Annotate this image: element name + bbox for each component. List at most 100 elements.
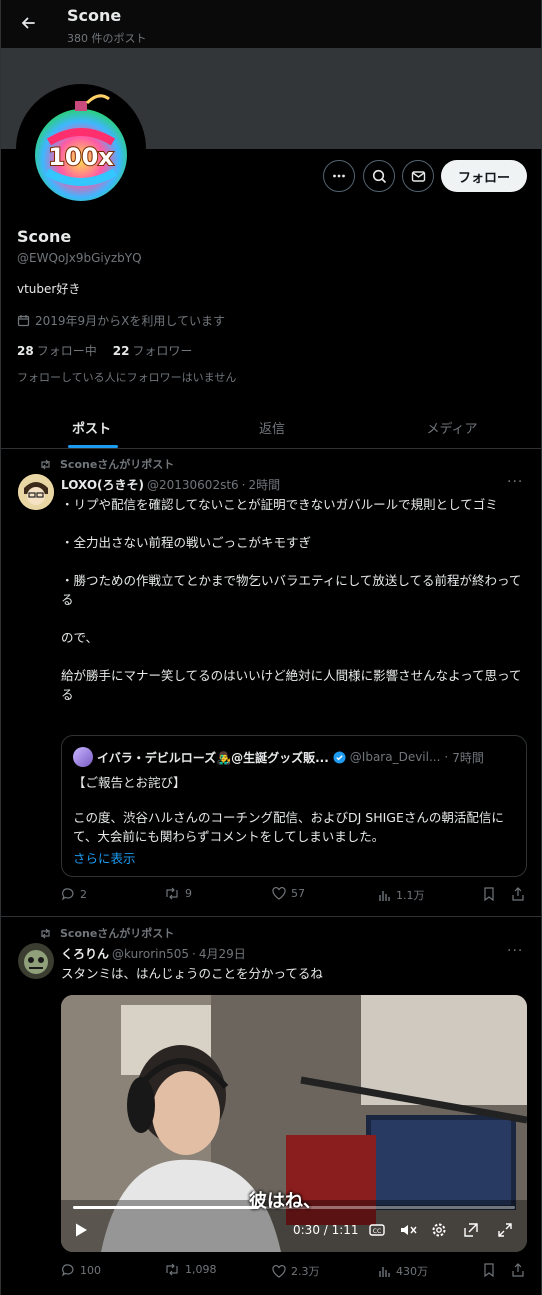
more-options-button[interactable] [323,160,355,192]
bookmark-button[interactable] [483,1263,495,1277]
followers-link[interactable]: 22 フォロワー [113,342,193,359]
active-tab-indicator [68,445,118,448]
avatar-text: 100x [48,143,114,171]
repost-button[interactable]: 1,098 [164,1263,217,1276]
quote-avatar [73,747,93,767]
post-handle[interactable]: @kurorin505 [112,947,189,961]
repost-button[interactable]: 9 [164,887,192,900]
views-count: 430万 [396,1265,428,1278]
post-actions: 100 1,098 2.3万 430万 [61,1263,529,1283]
post-avatar[interactable] [18,474,54,510]
header-post-count: 380 件のポスト [67,32,147,45]
repost-indicator: Sconeさんがリポスト [39,456,174,472]
profile-avatar[interactable]: 100x [16,84,146,214]
tab-posts[interactable]: ポスト [1,405,182,449]
views-button[interactable]: 1.1万 [378,887,425,903]
video-caption: 彼はね、 [249,1191,321,1212]
bookmark-icon [484,887,494,901]
header-title: Scone [67,6,122,25]
share-button[interactable] [511,1263,525,1277]
views-chart-icon [379,1266,390,1277]
post-text: ・リプや配信を確認してないことが証明できないガバルールで規則としてゴミ ・全力出… [61,497,522,702]
search-icon [372,169,386,183]
post-handle[interactable]: @20130602st6 [147,478,239,492]
post-divider [1,916,541,917]
mutual-followers-note: フォローしている人にフォロワーはいません [17,371,237,384]
verified-badge-icon [333,751,346,763]
calendar-icon [17,315,30,327]
pip-icon [464,1223,478,1237]
pip-button[interactable] [463,1222,479,1242]
followers-label: フォロワー [132,344,193,358]
reply-button[interactable]: 100 [61,1263,101,1277]
repost-icon [41,459,50,469]
following-link[interactable]: 28 フォロー中 [17,342,97,359]
like-count: 2.3万 [291,1265,320,1278]
repost-action-icon [166,887,178,900]
heart-icon [272,1264,286,1278]
captions-button[interactable]: CC [369,1222,385,1242]
post-text: スタンミは、はんじょうのことを分かってるね [61,966,323,981]
back-arrow-icon[interactable] [15,10,41,36]
post-time[interactable]: 2時間 [249,476,281,493]
like-button[interactable]: 2.3万 [272,1263,320,1279]
following-count: 28 [17,344,34,358]
post-author[interactable]: くろりん [61,945,109,962]
post-more-icon[interactable]: ··· [507,474,523,490]
share-icon [512,887,524,901]
repost-count: 1,098 [185,1263,217,1276]
video-progress-fill[interactable] [73,1206,259,1209]
reply-button[interactable]: 2 [61,887,87,901]
follow-button[interactable]: フォロー [441,160,527,192]
envelope-icon [411,170,425,182]
settings-button[interactable] [431,1222,447,1242]
profile-tabs: ポスト 返信 メディア [1,405,541,449]
mute-button[interactable] [399,1222,417,1242]
joined-text: 2019年9月からXを利用しています [35,314,226,328]
tab-media[interactable]: メディア [362,405,541,449]
share-button[interactable] [511,887,525,901]
post-actions: 2 9 57 1.1万 [61,887,529,907]
profile-handle: @EWQoJx9bGiyzbYQ [17,251,142,265]
more-dots-icon [333,174,345,178]
post-more-icon[interactable]: ··· [507,943,523,959]
repost-label: Sconeさんがリポスト [60,927,175,940]
quote-time: 7時間 [452,750,484,765]
play-button[interactable] [73,1222,89,1242]
repost-count: 9 [185,887,192,900]
quote-body: この度、渋谷ハルさんのコーチング配信、およびDJ SHIGEさんの朝活配信にて、… [73,810,504,844]
message-button[interactable] [402,160,434,192]
top-bar: Scone 380 件のポスト [1,0,541,48]
following-label: フォロー中 [36,344,97,358]
video-player[interactable]: 彼はね、 0:30 / 1:11 CC [61,995,527,1252]
bookmark-button[interactable] [483,887,495,901]
search-button[interactable] [363,160,395,192]
profile-page: Scone 380 件のポスト 100x フォロー Scone @EWQoJx9… [0,0,542,1295]
post-time[interactable]: 4月29日 [199,945,246,962]
show-more-link[interactable]: さらに表示 [73,848,136,867]
captions-icon: CC [369,1224,385,1236]
fullscreen-button[interactable] [497,1222,513,1242]
quote-title: 【ご報告とお詫び】 [73,775,186,790]
post-header: LOXO(ろきそ) @20130602st6 · 2時間 [61,476,281,493]
tab-replies[interactable]: 返信 [182,405,362,449]
profile-joined: 2019年9月からXを利用しています [17,312,225,329]
fullscreen-icon [498,1223,512,1237]
quoted-post[interactable]: イバラ・デビルローズ👨‍🎤@生誕グッズ販... @Ibara_Devil... … [61,735,527,877]
followers-count: 22 [112,344,130,358]
views-chart-icon [379,890,390,901]
repost-action-icon [166,1263,178,1276]
views-button[interactable]: 430万 [378,1263,428,1279]
post-header: くろりん @kurorin505 · 4月29日 [61,945,246,962]
profile-bio: vtuber好き [17,282,81,296]
reply-icon [61,888,74,901]
post-avatar[interactable] [18,943,54,979]
video-time: 0:30 / 1:11 [293,1223,359,1237]
heart-icon [272,887,286,900]
like-count: 57 [291,887,305,900]
like-button[interactable]: 57 [272,887,305,900]
share-icon [512,1263,524,1277]
post-author[interactable]: LOXO(ろきそ) [61,476,144,493]
quote-header: イバラ・デビルローズ👨‍🎤@生誕グッズ販... @Ibara_Devil... … [73,747,484,767]
views-count: 1.1万 [396,889,425,902]
